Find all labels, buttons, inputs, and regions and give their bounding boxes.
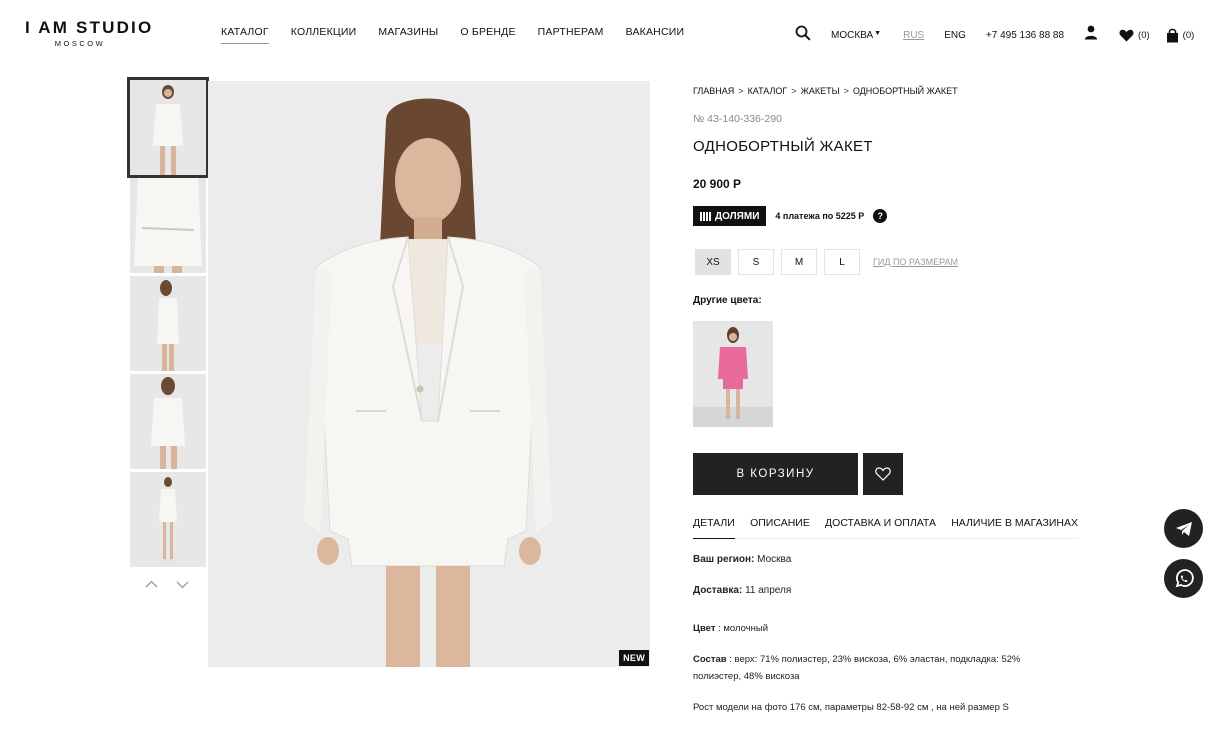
cart-link[interactable]: (0) (1166, 28, 1195, 43)
composition-value: : верх: 71% полиэстер, 23% вискоза, 6% э… (729, 654, 1021, 665)
breadcrumb-current: ОДНОБОРТНЫЙ ЖАКЕТ (852, 86, 958, 96)
favorites-link[interactable]: (0) (1119, 29, 1150, 42)
telegram-icon (1175, 521, 1192, 536)
breadcrumb-jackets[interactable]: ЖАКЕТЫ (801, 86, 840, 96)
installment-text: 4 платежа по 5225 Р (775, 211, 865, 221)
region-label: Ваш регион: (693, 554, 755, 565)
product-title: ОДНОБОРТНЫЙ ЖАКЕТ (693, 138, 873, 155)
region-info: Ваш регион: Москва (693, 554, 791, 565)
thumbnail-1[interactable] (127, 77, 209, 178)
nav-catalog[interactable]: КАТАЛОГ (221, 26, 269, 44)
favorites-count: (0) (1138, 29, 1150, 41)
size-option-s[interactable]: S (738, 249, 774, 275)
city-selector[interactable]: МОСКВА▼ (831, 30, 881, 41)
delivery-info: Доставка: 11 апреля (693, 585, 791, 596)
lang-eng[interactable]: ENG (944, 30, 966, 41)
model-illustration (208, 81, 650, 667)
chevron-down-icon[interactable] (176, 578, 189, 591)
dolyami-label: ДОЛЯМИ (715, 210, 760, 222)
thumbnail-nav (145, 578, 189, 591)
nav-about[interactable]: О БРЕНДЕ (460, 26, 515, 44)
size-option-xs[interactable]: XS (695, 249, 731, 275)
header-utilities: МОСКВА▼ RUS ENG +7 495 136 88 88 (0) (0) (795, 25, 1195, 46)
dolyami-logo-icon (700, 211, 711, 221)
breadcrumb-separator: > (843, 86, 849, 96)
tab-delivery[interactable]: ДОСТАВКА И ОПЛАТА (825, 517, 936, 538)
delivery-value: 11 апреля (745, 585, 792, 596)
caret-down-icon: ▼ (874, 29, 882, 37)
nav-partners[interactable]: ПАРТНЕРАМ (538, 26, 604, 44)
size-option-m[interactable]: M (781, 249, 817, 275)
thumbnail-3[interactable] (130, 276, 206, 371)
tab-availability[interactable]: НАЛИЧИЕ В МАГАЗИНАХ (951, 517, 1078, 538)
main-nav: КАТАЛОГ КОЛЛЕКЦИИ МАГАЗИНЫ О БРЕНДЕ ПАРТ… (221, 26, 684, 44)
heart-outline-icon (875, 467, 891, 481)
phone-number[interactable]: +7 495 136 88 88 (986, 30, 1064, 41)
other-colors-label: Другие цвета: (693, 295, 762, 306)
city-label: МОСКВА (831, 29, 874, 41)
color-info: Цвет : молочный (693, 623, 768, 634)
lang-rus[interactable]: RUS (903, 30, 924, 41)
thumbnail-4[interactable] (130, 374, 206, 469)
composition-info-line2: полиэстер, 48% вискоза (693, 671, 800, 682)
brand-logo[interactable]: I AM STUDIO MOSCOW (25, 18, 154, 48)
color-label: Цвет (693, 623, 716, 634)
whatsapp-button[interactable] (1164, 559, 1203, 598)
chevron-up-icon[interactable] (145, 578, 158, 591)
color-swatch-pink[interactable] (693, 321, 773, 427)
color-value: : молочный (718, 623, 769, 634)
model-info: Рост модели на фото 176 см, параметры 82… (693, 702, 1009, 713)
composition-label: Состав (693, 654, 727, 665)
breadcrumb-home[interactable]: ГЛАВНАЯ (693, 86, 734, 96)
help-icon[interactable]: ? (873, 209, 888, 223)
thumbnail-2[interactable] (130, 178, 206, 273)
installment-block: ДОЛЯМИ 4 платежа по 5225 Р ? (693, 206, 888, 226)
breadcrumb: ГЛАВНАЯ > КАТАЛОГ > ЖАКЕТЫ > ОДНОБОРТНЫЙ… (693, 86, 958, 96)
size-selector: XS S M L ГИД ПО РАЗМЕРАМ (695, 249, 958, 275)
composition-info: Состав : верх: 71% полиэстер, 23% вискоз… (693, 654, 1020, 665)
size-guide-link[interactable]: ГИД ПО РАЗМЕРАМ (873, 257, 958, 267)
brand-name: I AM STUDIO (25, 18, 154, 37)
thumbnail-5[interactable] (130, 472, 206, 567)
bag-icon (1166, 28, 1178, 42)
delivery-label: Доставка: (693, 585, 743, 596)
pink-jacket-thumbnail (693, 321, 773, 427)
user-icon[interactable] (1084, 25, 1098, 45)
tab-description[interactable]: ОПИСАНИЕ (750, 517, 810, 538)
breadcrumb-separator: > (791, 86, 797, 96)
add-to-favorites-button[interactable] (863, 453, 903, 495)
brand-subtitle: MOSCOW (54, 39, 106, 48)
product-price: 20 900 Р (693, 177, 742, 191)
telegram-button[interactable] (1164, 509, 1203, 548)
tab-details[interactable]: ДЕТАЛИ (693, 517, 735, 539)
nav-collections[interactable]: КОЛЛЕКЦИИ (291, 26, 357, 44)
add-to-cart-button[interactable]: В КОРЗИНУ (693, 453, 858, 495)
product-sku: № 43-140-336-290 (693, 113, 782, 125)
breadcrumb-catalog[interactable]: КАТАЛОГ (748, 86, 788, 96)
new-badge: NEW (619, 650, 649, 666)
thumbnail-strip (127, 77, 209, 570)
dolyami-badge[interactable]: ДОЛЯМИ (693, 206, 767, 226)
breadcrumb-separator: > (738, 86, 744, 96)
nav-vacancies[interactable]: ВАКАНСИИ (626, 26, 685, 44)
region-value[interactable]: Москва (757, 554, 791, 565)
heart-icon (1119, 29, 1134, 41)
whatsapp-icon (1175, 568, 1194, 587)
product-tabs: ДЕТАЛИ ОПИСАНИЕ ДОСТАВКА И ОПЛАТА НАЛИЧИ… (693, 517, 1078, 539)
nav-stores[interactable]: МАГАЗИНЫ (378, 26, 438, 44)
cart-count: (0) (1182, 29, 1195, 41)
search-icon[interactable] (795, 25, 811, 46)
size-option-l[interactable]: L (824, 249, 860, 275)
main-product-photo[interactable]: NEW (208, 81, 650, 667)
